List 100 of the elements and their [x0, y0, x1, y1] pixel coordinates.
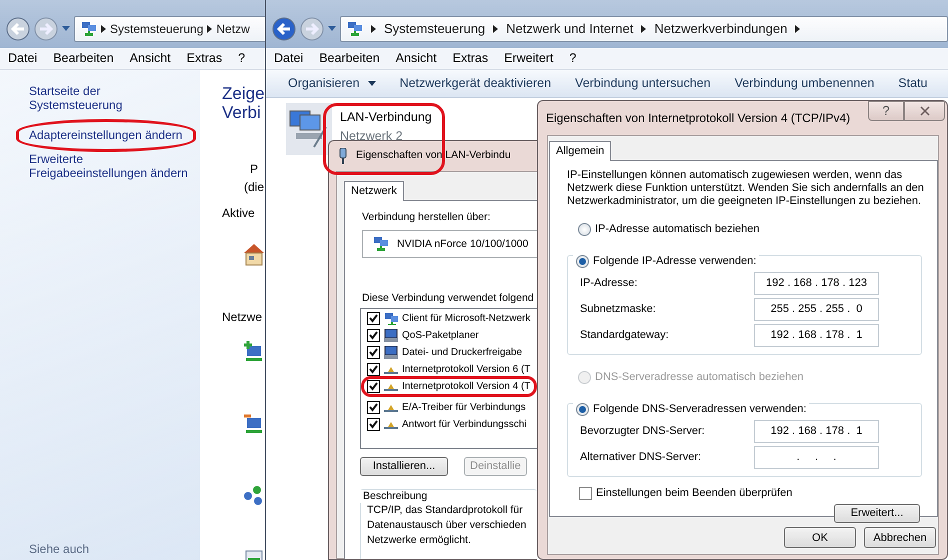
- menu-item[interactable]: Extras: [178, 48, 230, 69]
- body-text: (die: [244, 179, 265, 196]
- triangle-icon: [795, 25, 800, 33]
- triangle-icon: [493, 25, 498, 33]
- computer-icon: [384, 346, 398, 359]
- list-item[interactable]: E/A-Treiber für Verbindungs: [361, 401, 537, 414]
- ip-address-field[interactable]: 192 . 168 . 178 . 1: [754, 420, 879, 442]
- list-item[interactable]: Internetprotokoll Version 6 (T: [361, 363, 537, 376]
- sidebar-link[interactable]: Erweiterte Freigabeeinstellungen ändern: [29, 152, 199, 180]
- checkbox[interactable]: [367, 346, 380, 359]
- network-icon: [81, 21, 97, 37]
- plug-icon: [338, 148, 348, 164]
- menu-item[interactable]: Extras: [444, 48, 496, 69]
- network-icon: [373, 236, 389, 252]
- checkbox[interactable]: [367, 329, 380, 342]
- menu-item[interactable]: Bearbeiten: [311, 48, 388, 69]
- connection-name[interactable]: LAN-Verbindung: [340, 108, 432, 127]
- triangle-icon: [101, 25, 106, 33]
- page-heading: Verbi: [222, 103, 262, 122]
- ip-address-field[interactable]: . . .: [754, 446, 879, 468]
- ip-address-field[interactable]: 255 . 255 . 255 . 0: [754, 298, 879, 320]
- connector-icon: [384, 382, 398, 390]
- connection-network: Netzwerk 2: [340, 128, 404, 145]
- menu-item[interactable]: Erweitert: [496, 48, 562, 69]
- adapter-field[interactable]: NVIDIA nForce 10/100/1000: [362, 230, 537, 258]
- connector-icon: [384, 366, 398, 374]
- connector-icon: [384, 420, 398, 428]
- menu-item[interactable]: Datei: [266, 48, 312, 69]
- section-label: Netzwe: [222, 309, 264, 326]
- close-button[interactable]: [904, 101, 945, 121]
- list-item[interactable]: Datei- und Druckerfreigabe: [361, 346, 537, 359]
- tab[interactable]: Allgemein: [549, 141, 612, 161]
- dialog-title: Eigenschaften von LAN-Verbindu: [356, 148, 511, 164]
- house-icon: [243, 242, 265, 266]
- component-name: Datei- und Druckerfreigabe: [402, 346, 522, 359]
- breadcrumb-item[interactable]: Netzw: [216, 20, 250, 38]
- checkbox[interactable]: [579, 487, 592, 500]
- breadcrumb-item[interactable]: Systemsteuerung: [384, 19, 486, 39]
- dialog-button[interactable]: OK: [784, 527, 856, 548]
- menu-item[interactable]: Ansicht: [122, 48, 179, 69]
- dialog-button[interactable]: Abbrechen: [864, 527, 936, 548]
- component-name: QoS-Paketplaner: [402, 329, 479, 342]
- component-name: Client für Microsoft-Netzwerk: [402, 312, 530, 325]
- toolbar-button[interactable]: Verbindung umbenennen: [722, 74, 886, 93]
- menu-item[interactable]: ?: [561, 48, 584, 69]
- breadcrumb-item[interactable]: Netzwerk und Internet: [506, 19, 634, 39]
- triangle-icon: [641, 25, 646, 33]
- radio-option[interactable]: IP-Adresse automatisch beziehen: [578, 223, 760, 236]
- caret-icon[interactable]: [62, 26, 70, 32]
- caret-icon[interactable]: [328, 26, 336, 32]
- computers-icon: [286, 103, 332, 155]
- checkbox[interactable]: [367, 380, 380, 393]
- field-label: IP-Adresse:: [580, 276, 638, 290]
- forward-button[interactable]: [34, 17, 58, 41]
- menu-item[interactable]: Ansicht: [388, 48, 445, 69]
- description-text: TCP/IP, das Standardprotokoll für Datenaustausch über verschieden Netzwerke ermöglicht.: [367, 503, 527, 548]
- toolbar-button[interactable]: Organisieren: [276, 74, 388, 93]
- field-label: Diese Verbindung verwendet folgend: [362, 292, 535, 305]
- ip-address-field[interactable]: 192 . 168 . 178 . 1: [754, 324, 879, 346]
- menu-item[interactable]: ?: [230, 48, 254, 69]
- close-icon: [920, 106, 930, 116]
- list-item[interactable]: QoS-Paketplaner: [361, 329, 537, 342]
- menu-item[interactable]: Datei: [0, 48, 46, 69]
- nodes-icon: [243, 484, 265, 506]
- checkbox[interactable]: [367, 401, 380, 414]
- sidebar-link[interactable]: Startseite der Systemsteuerung: [29, 84, 139, 112]
- dialog-button[interactable]: Installieren...: [360, 457, 448, 476]
- caret-icon: [368, 81, 376, 86]
- breadcrumb-item[interactable]: Netzwerkverbindungen: [654, 19, 788, 39]
- component-name: E/A-Treiber für Verbindungs: [402, 401, 526, 414]
- toolbar-button[interactable]: Verbindung untersuchen: [563, 74, 723, 93]
- checkbox[interactable]: [367, 418, 380, 431]
- network-icon: [347, 21, 363, 37]
- sidebar-link[interactable]: Adaptereinstellungen ändern: [29, 128, 199, 142]
- advanced-button[interactable]: Erweitert...: [834, 504, 920, 523]
- page-heading: Zeige: [222, 84, 265, 103]
- list-item[interactable]: Client für Microsoft-Netzwerk: [361, 312, 537, 325]
- breadcrumb-item[interactable]: Systemsteuerung: [110, 20, 204, 38]
- component-name: Antwort für Verbindungsschi: [402, 418, 527, 431]
- back-button[interactable]: [6, 17, 30, 41]
- forward-button[interactable]: [300, 17, 324, 41]
- adapter-name: NVIDIA nForce 10/100/1000: [397, 238, 528, 250]
- triangle-icon: [207, 25, 212, 33]
- toolbar-button[interactable]: Netzwerkgerät deaktivieren: [388, 74, 564, 93]
- body-text: P: [250, 161, 260, 178]
- triangle-icon: [371, 25, 376, 33]
- tab[interactable]: Netzwerk: [344, 181, 404, 201]
- help-button[interactable]: ?: [868, 101, 904, 121]
- component-name: Internetprotokoll Version 4 (T: [402, 380, 530, 393]
- checkbox-label: Einstellungen beim Beenden überprüfen: [596, 487, 792, 500]
- field-label: Bevorzugter DNS-Server:: [580, 424, 705, 438]
- list-item[interactable]: Internetprotokoll Version 4 (T: [361, 376, 537, 397]
- field-label: Standardgateway:: [580, 328, 669, 342]
- checkbox[interactable]: [367, 312, 380, 325]
- back-button[interactable]: [272, 17, 296, 41]
- checkbox[interactable]: [367, 363, 380, 376]
- list-item[interactable]: Antwort für Verbindungsschi: [361, 418, 537, 431]
- menu-item[interactable]: Bearbeiten: [45, 48, 122, 69]
- ip-address-field[interactable]: 192 . 168 . 178 . 123: [754, 272, 879, 294]
- toolbar-button[interactable]: Statu: [886, 74, 940, 93]
